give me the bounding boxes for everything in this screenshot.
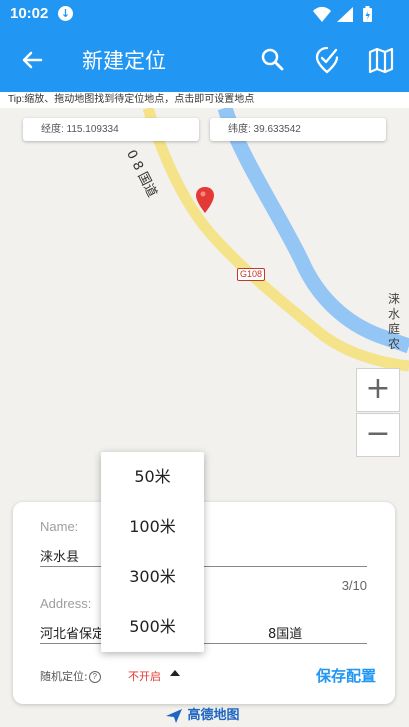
random-location-label-text: 随机定位: — [40, 670, 88, 683]
amap-logo: 高德地图 — [165, 704, 240, 723]
dropdown-arrow-icon[interactable] — [170, 670, 180, 676]
address-label: Address: — [40, 596, 92, 611]
wifi-icon — [313, 6, 331, 22]
status-time: 10:02 — [10, 5, 49, 22]
dropdown-option-300[interactable]: 300米 — [101, 552, 204, 602]
status-bar: 10:02 ↓ — [0, 0, 409, 28]
name-counter: 3/10 — [341, 578, 367, 593]
village-label-line2: 庭农 — [388, 322, 401, 351]
village-label: 涞水 庭农 — [388, 292, 409, 352]
search-button[interactable] — [257, 44, 289, 76]
village-label-line1: 涞水 — [388, 292, 401, 321]
location-check-icon — [315, 46, 339, 74]
longitude-box: 经度: 115.109334 — [23, 118, 199, 141]
arrow-back-icon — [22, 51, 43, 69]
system-icons — [311, 5, 381, 27]
map-button[interactable] — [365, 44, 397, 76]
map-icon — [368, 47, 394, 74]
zoom-out-button[interactable]: − — [356, 413, 400, 457]
signal-icon — [337, 7, 353, 22]
dropdown-option-50[interactable]: 50米 — [101, 452, 204, 502]
river — [217, 108, 409, 354]
address-input-right[interactable]: 8国道 — [268, 623, 302, 642]
name-label: Name: — [40, 519, 79, 534]
road-badge: G108 — [237, 268, 266, 281]
location-config-card: Name: 涞水县 3/10 Address: 河北省保定市 8国道 随机定位:… — [13, 502, 395, 704]
dropdown-option-100[interactable]: 100米 — [101, 502, 204, 552]
name-input[interactable]: 涞水县 — [40, 546, 79, 565]
dropdown-option-500[interactable]: 500米 — [101, 602, 204, 652]
page-title: 新建定位 — [82, 49, 166, 73]
help-icon[interactable]: ? — [88, 671, 101, 683]
amap-logo-text: 高德地图 — [187, 708, 240, 723]
download-icon: ↓ — [58, 6, 73, 21]
battery-icon — [363, 6, 372, 22]
locate-button[interactable] — [311, 44, 343, 76]
latitude-box: 纬度: 39.633542 — [210, 118, 386, 141]
random-location-value[interactable]: 不开启 — [128, 668, 161, 684]
save-config-button[interactable]: 保存配置 — [316, 665, 376, 686]
app-toolbar: 新建定位 — [0, 28, 409, 92]
location-pin-icon — [194, 186, 216, 218]
radius-dropdown: 50米 100米 300米 500米 — [101, 452, 204, 652]
random-location-label: 随机定位:? — [40, 668, 101, 684]
tip-text: Tip:缩放、拖动地图找到待定位地点，点击即可设置地点 — [0, 92, 409, 108]
zoom-in-button[interactable]: + — [356, 368, 400, 412]
back-button[interactable] — [16, 44, 48, 76]
search-icon — [261, 48, 284, 71]
amap-arrow-icon — [166, 708, 182, 723]
